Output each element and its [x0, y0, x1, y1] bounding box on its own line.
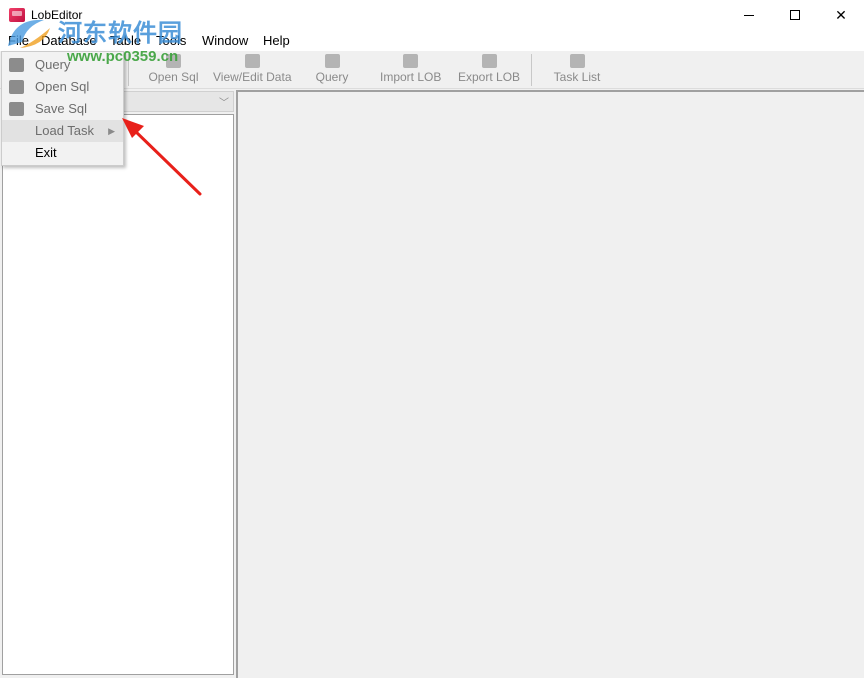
minimize-icon	[744, 14, 754, 16]
toolbar-separator	[531, 54, 532, 86]
toolbar-query-button[interactable]: Query	[313, 53, 351, 87]
menu-item-label: Exit	[35, 145, 57, 160]
menu-item-label: Open Sql	[35, 79, 90, 94]
query-icon	[9, 58, 24, 72]
import-icon	[402, 54, 418, 68]
task-list-icon	[569, 54, 585, 68]
folder-icon	[9, 80, 24, 94]
minimize-button[interactable]	[726, 0, 772, 30]
toolbar-button-label: Open Sql	[148, 70, 199, 84]
toolbar-button-label: View/Edit Data	[213, 70, 292, 84]
mdi-workspace	[236, 90, 864, 678]
toolbar-button-label: Export LOB	[458, 70, 521, 84]
file-menu-dropdown: Query Open Sql Save Sql Load Task ▶ Exit	[1, 51, 124, 166]
export-icon	[481, 54, 497, 68]
menu-item-exit[interactable]: Exit	[2, 142, 123, 164]
toolbar-view-edit-data-button[interactable]: View/Edit Data	[213, 53, 292, 87]
watermark-logo-icon	[8, 19, 50, 48]
menu-item-open-sql[interactable]: Open Sql	[2, 76, 123, 98]
watermark-title: 河东软件园	[58, 20, 183, 47]
menu-item-label: Load Task	[35, 123, 95, 138]
toolbar-task-list-button[interactable]: Task List	[550, 53, 604, 87]
toolbar-export-lob-button[interactable]: Export LOB	[458, 53, 520, 87]
toolbar-button-label: Query	[315, 70, 349, 84]
close-button[interactable]: ✕	[818, 0, 864, 30]
menu-window[interactable]: Window	[202, 33, 248, 48]
menu-item-label: Query	[35, 57, 71, 72]
annotation-arrow-icon	[122, 118, 202, 196]
menu-item-label: Save Sql	[35, 101, 88, 116]
maximize-button[interactable]	[772, 0, 818, 30]
edit-data-icon	[244, 54, 260, 68]
menu-help[interactable]: Help	[263, 33, 290, 48]
chevron-down-icon[interactable]: ﹀	[219, 94, 229, 109]
query-icon	[324, 54, 340, 68]
close-icon: ✕	[835, 6, 847, 23]
watermark-url: www.pc0359.cn	[67, 48, 179, 65]
toolbar-button-label: Task List	[553, 70, 601, 84]
toolbar-button-label: Import LOB	[380, 70, 442, 84]
menu-item-save-sql[interactable]: Save Sql	[2, 98, 123, 120]
save-icon	[9, 102, 24, 116]
toolbar-import-lob-button[interactable]: Import LOB	[380, 53, 442, 87]
menu-item-load-task[interactable]: Load Task ▶	[2, 120, 123, 142]
maximize-icon	[790, 10, 800, 20]
